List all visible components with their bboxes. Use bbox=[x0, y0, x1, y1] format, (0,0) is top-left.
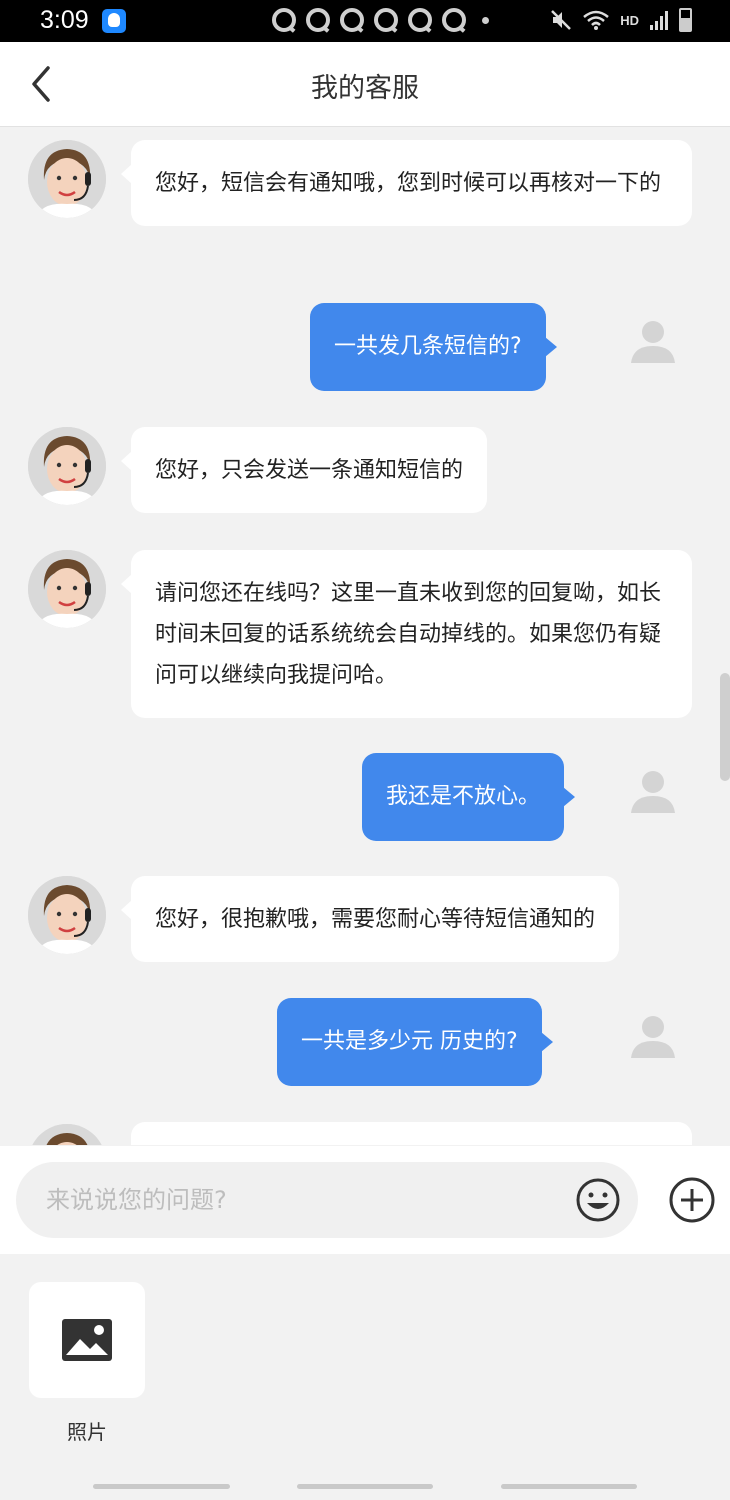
more-button[interactable] bbox=[668, 1176, 716, 1224]
agent-message: 您好，很抱歉哦，需要您耐心等待短信通知的 bbox=[120, 876, 620, 962]
agent-avatar bbox=[28, 427, 106, 505]
notification-icon bbox=[306, 8, 330, 32]
agent-avatar-image bbox=[28, 876, 106, 954]
user-message: 我还是不放心。 bbox=[362, 753, 576, 841]
plus-circle-icon bbox=[669, 1177, 715, 1223]
agent-message: 您好，只会发送一条通知短信的 bbox=[120, 427, 488, 513]
agent-message bbox=[131, 1122, 692, 1145]
user-avatar-icon bbox=[631, 1016, 675, 1058]
user-avatar-icon bbox=[631, 321, 675, 363]
notification-icon bbox=[272, 8, 296, 32]
emoji-icon bbox=[576, 1178, 620, 1222]
photo-button[interactable] bbox=[29, 1282, 145, 1398]
agent-avatar-image bbox=[28, 427, 106, 505]
user-message: 一共是多少元 历史的? bbox=[277, 998, 553, 1086]
image-icon bbox=[62, 1319, 112, 1361]
header: 我的客服 bbox=[0, 42, 730, 127]
status-time: 3:09 bbox=[40, 6, 89, 34]
system-icons: HD bbox=[550, 8, 692, 32]
message-input[interactable] bbox=[16, 1162, 638, 1238]
input-bar bbox=[0, 1146, 730, 1254]
wifi-icon bbox=[583, 10, 610, 30]
app-notification-icon bbox=[102, 9, 126, 33]
agent-message: 请问您还在线吗？这里一直未收到您的回复呦，如长时间未回复的话系统统会自动掉线的。… bbox=[121, 550, 692, 718]
agent-avatar bbox=[28, 1124, 106, 1145]
nav-bar-indicator bbox=[93, 1484, 230, 1489]
nav-bar-indicator bbox=[501, 1484, 637, 1489]
notification-icon bbox=[340, 8, 364, 32]
user-avatar-icon bbox=[631, 771, 675, 813]
agent-avatar bbox=[28, 550, 106, 628]
nav-bar-indicator bbox=[297, 1484, 433, 1489]
agent-avatar bbox=[28, 876, 106, 954]
page-title: 我的客服 bbox=[311, 73, 419, 104]
emoji-button[interactable] bbox=[574, 1176, 622, 1224]
photo-label: 照片 bbox=[67, 1420, 107, 1444]
user-message: 一共发几条短信的? bbox=[310, 303, 557, 391]
agent-avatar-image bbox=[28, 550, 106, 628]
battery-icon bbox=[679, 8, 692, 32]
agent-avatar bbox=[28, 140, 106, 218]
notification-icon bbox=[374, 8, 398, 32]
mute-icon bbox=[551, 10, 572, 30]
network-label: HD bbox=[620, 12, 639, 28]
attachment-panel: 照片 bbox=[0, 1254, 730, 1500]
chat-scrollbar[interactable] bbox=[720, 673, 730, 781]
notification-icons bbox=[272, 8, 489, 32]
agent-avatar-image bbox=[28, 1124, 106, 1145]
status-bar: 3:09 HD bbox=[0, 0, 730, 42]
signal-icon bbox=[650, 11, 668, 30]
agent-avatar-image bbox=[28, 140, 106, 218]
notification-icon bbox=[408, 8, 432, 32]
more-dot-icon bbox=[482, 16, 489, 24]
agent-message: 您好，短信会有通知哦，您到时候可以再核对一下的 bbox=[121, 140, 692, 226]
message-list[interactable]: 您好，短信会有通知哦，您到时候可以再核对一下的 一共发几条短信的? 您好，只会发… bbox=[0, 127, 730, 1145]
notification-icon bbox=[442, 8, 466, 32]
